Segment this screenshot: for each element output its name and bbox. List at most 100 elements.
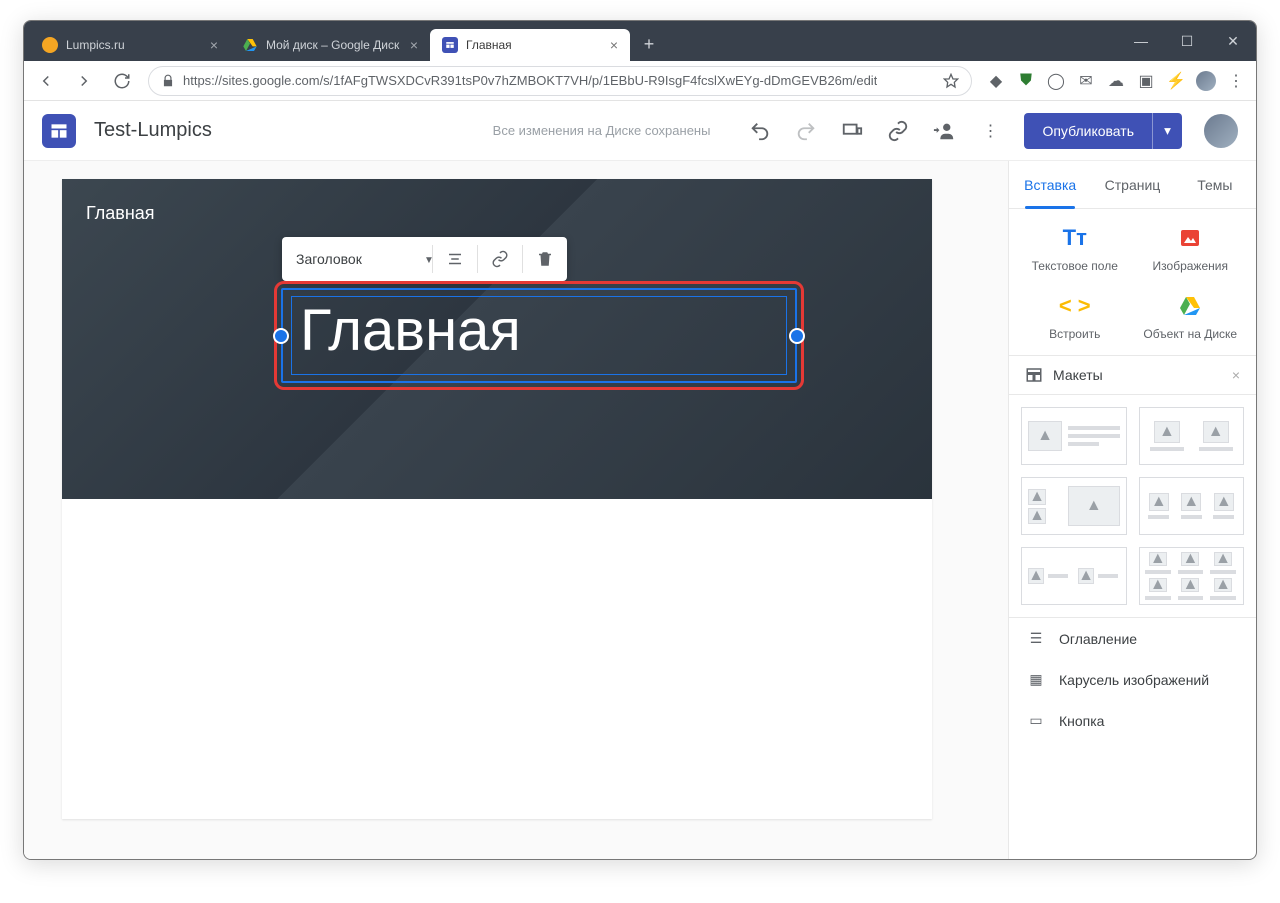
component-carousel[interactable]: ▦ Карусель изображений [1009, 659, 1256, 700]
more-options-button[interactable]: ⋮ [978, 119, 1002, 143]
browser-window: Lumpics.ru × Мой диск – Google Диск × Гл… [23, 20, 1257, 860]
layouts-label: Макеты [1053, 367, 1103, 383]
lock-icon [161, 74, 175, 88]
address-bar: https://sites.google.com/s/1fAFgTWSXDCvR… [24, 61, 1256, 101]
ext-icon-3[interactable]: ◯ [1046, 71, 1066, 91]
user-avatar[interactable] [1204, 114, 1238, 148]
site-title[interactable]: Test-Lumpics [94, 119, 212, 142]
ext-icon-7[interactable]: ⚡ [1166, 71, 1186, 91]
text-icon: Tᴛ [1063, 225, 1087, 251]
link-button[interactable] [886, 119, 910, 143]
component-label: Кнопка [1059, 713, 1104, 729]
text-style-select[interactable]: Заголовок [282, 237, 432, 281]
publish-button[interactable]: Опубликовать [1024, 113, 1152, 149]
insert-link-button[interactable] [478, 237, 522, 281]
ext-icon-1[interactable]: ◆ [986, 71, 1006, 91]
insert-drive-object[interactable]: Объект на Диске [1133, 291, 1249, 341]
preview-button[interactable] [840, 119, 864, 143]
maximize-button[interactable]: ☐ [1164, 21, 1210, 61]
component-label: Оглавление [1059, 631, 1137, 647]
app-header: Test-Lumpics Все изменения на Диске сохр… [24, 101, 1256, 161]
favicon-lumpics [42, 37, 58, 53]
url-text: https://sites.google.com/s/1fAFgTWSXDCvR… [183, 73, 877, 88]
profile-avatar-small[interactable] [1196, 71, 1216, 91]
insert-text-box[interactable]: Tᴛ Текстовое поле [1017, 223, 1133, 273]
insert-label: Объект на Диске [1133, 327, 1249, 341]
close-window-button[interactable]: ✕ [1210, 21, 1256, 61]
favicon-sites [442, 37, 458, 53]
layout-option-3[interactable]: ▲▲ ▲ [1021, 477, 1127, 535]
tab-themes[interactable]: Темы [1174, 161, 1256, 209]
image-icon [1178, 226, 1202, 250]
insert-images[interactable]: Изображения [1133, 223, 1249, 273]
redo-button[interactable] [794, 119, 818, 143]
tab-title: Мой диск – Google Диск [266, 38, 399, 52]
delete-button[interactable] [523, 237, 567, 281]
layout-option-6[interactable]: ▲ ▲ ▲ ▲ ▲ ▲ [1139, 547, 1245, 605]
ext-icon-2[interactable]: ⛊ [1016, 71, 1036, 91]
browser-menu-button[interactable]: ⋮ [1226, 71, 1246, 91]
bookmark-star-icon[interactable] [943, 73, 959, 89]
insert-embed[interactable]: < > Встроить [1017, 291, 1133, 341]
page-title-text[interactable]: Главная [291, 296, 787, 375]
share-button[interactable] [932, 119, 956, 143]
url-field[interactable]: https://sites.google.com/s/1fAFgTWSXDCvR… [148, 66, 972, 96]
close-tab-icon[interactable]: × [210, 37, 218, 53]
sidebar-tabs: Вставка Страниц Темы [1009, 161, 1256, 209]
page-header-section[interactable]: Главная Заголовок ▼ [62, 179, 932, 499]
insert-label: Текстовое поле [1017, 259, 1133, 273]
title-selection-highlight: Главная [274, 281, 804, 390]
close-tab-icon[interactable]: × [410, 37, 418, 53]
sites-logo-icon[interactable] [42, 114, 76, 148]
ext-icon-6[interactable]: ▣ [1136, 71, 1156, 91]
undo-button[interactable] [748, 119, 772, 143]
carousel-icon: ▦ [1027, 671, 1045, 688]
layouts-grid: ▲ ▲ ▲ ▲▲ ▲ ▲ ▲ ▲ [1009, 395, 1256, 617]
layouts-icon [1025, 366, 1043, 384]
window-controls: — ☐ ✕ [1118, 21, 1256, 61]
browser-tab-strip: Lumpics.ru × Мой диск – Google Диск × Гл… [24, 21, 668, 61]
component-toc[interactable]: ☰ Оглавление [1009, 618, 1256, 659]
close-icon[interactable]: × [1232, 367, 1240, 383]
minimize-button[interactable]: — [1118, 21, 1164, 61]
insert-label: Изображения [1133, 259, 1249, 273]
layout-option-5[interactable]: ▲ ▲ [1021, 547, 1127, 605]
header-actions: ⋮ Опубликовать ▾ [748, 113, 1238, 149]
components-list: ☰ Оглавление ▦ Карусель изображений ▭ Кн… [1009, 617, 1256, 741]
workspace: Главная Заголовок ▼ [24, 161, 1256, 859]
window-titlebar: Lumpics.ru × Мой диск – Google Диск × Гл… [24, 21, 1256, 61]
layout-option-4[interactable]: ▲ ▲ ▲ [1139, 477, 1245, 535]
layouts-header: Макеты × [1009, 355, 1256, 395]
tab-insert[interactable]: Вставка [1009, 161, 1091, 209]
component-button[interactable]: ▭ Кнопка [1009, 700, 1256, 741]
insert-label: Встроить [1017, 327, 1133, 341]
component-label: Карусель изображений [1059, 672, 1209, 688]
canvas-area[interactable]: Главная Заголовок ▼ [24, 161, 1008, 859]
browser-tab-drive[interactable]: Мой диск – Google Диск × [230, 29, 430, 61]
embed-icon: < > [1059, 293, 1091, 319]
publish-dropdown-button[interactable]: ▾ [1152, 113, 1182, 149]
toc-icon: ☰ [1027, 630, 1045, 647]
extension-icons: ◆ ⛊ ◯ ✉ ☁ ▣ ⚡ ⋮ [986, 71, 1246, 91]
reload-button[interactable] [110, 69, 134, 93]
browser-tab-lumpics[interactable]: Lumpics.ru × [30, 29, 230, 61]
ext-icon-4[interactable]: ✉ [1076, 71, 1096, 91]
tab-title: Lumpics.ru [66, 38, 125, 52]
align-button[interactable] [433, 237, 477, 281]
button-icon: ▭ [1027, 712, 1045, 729]
title-resize-frame[interactable]: Главная [281, 288, 797, 383]
tab-title: Главная [466, 38, 512, 52]
close-tab-icon[interactable]: × [610, 37, 618, 53]
page-name-label: Главная [86, 203, 155, 224]
browser-tab-sites[interactable]: Главная × [430, 29, 630, 61]
forward-button[interactable] [72, 69, 96, 93]
ext-icon-5[interactable]: ☁ [1106, 71, 1126, 91]
text-format-toolbar: Заголовок ▼ [282, 237, 567, 281]
back-button[interactable] [34, 69, 58, 93]
new-tab-button[interactable]: + [636, 31, 662, 57]
layout-option-2[interactable]: ▲ ▲ [1139, 407, 1245, 465]
tab-pages[interactable]: Страниц [1091, 161, 1173, 209]
right-sidebar: Вставка Страниц Темы Tᴛ Текстовое поле И… [1008, 161, 1256, 859]
insert-grid: Tᴛ Текстовое поле Изображения < > Встрои… [1009, 209, 1256, 355]
layout-option-1[interactable]: ▲ [1021, 407, 1127, 465]
